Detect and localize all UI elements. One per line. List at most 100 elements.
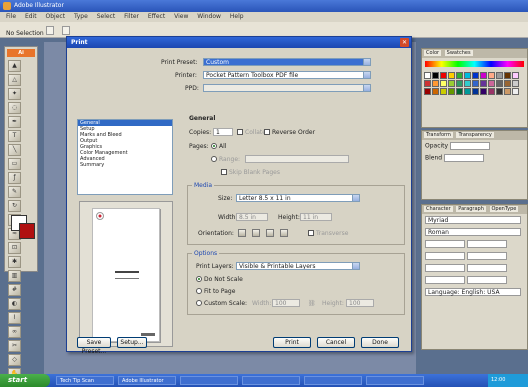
baseline-shift-field[interactable] bbox=[425, 276, 465, 284]
leading-field[interactable] bbox=[466, 240, 507, 248]
swatch[interactable] bbox=[488, 80, 495, 87]
width-field[interactable]: 8.5 in bbox=[236, 213, 268, 221]
tab-color[interactable]: Color bbox=[424, 50, 442, 56]
menu-help[interactable]: Help bbox=[230, 13, 244, 20]
swatch[interactable] bbox=[480, 80, 487, 87]
tab-paragraph[interactable]: Paragraph bbox=[456, 206, 486, 212]
task-button[interactable] bbox=[242, 376, 300, 385]
selection-tool-icon[interactable]: ▲ bbox=[8, 60, 21, 72]
swatch[interactable] bbox=[480, 72, 487, 79]
menu-filter[interactable]: Filter bbox=[124, 13, 139, 20]
swatch[interactable] bbox=[512, 80, 519, 87]
pages-all-radio[interactable] bbox=[211, 143, 217, 149]
swatch[interactable] bbox=[512, 88, 519, 95]
menu-edit[interactable]: Edit bbox=[25, 13, 37, 20]
printer-select[interactable]: Pocket Pattern Toolbox PDF file bbox=[203, 71, 371, 79]
free-transform-tool-icon[interactable]: ⊡ bbox=[8, 242, 21, 254]
menu-type[interactable]: Type bbox=[74, 13, 88, 20]
landscape-flipped-icon[interactable] bbox=[280, 229, 288, 237]
scissors-tool-icon[interactable]: ✂ bbox=[8, 340, 21, 352]
swatch[interactable] bbox=[504, 80, 511, 87]
task-button[interactable]: Adobe Illustrator bbox=[118, 376, 176, 385]
save-preset-button[interactable]: Save Preset... bbox=[77, 337, 111, 355]
swatch[interactable] bbox=[440, 72, 447, 79]
eyedropper-tool-icon[interactable]: ⌇ bbox=[8, 312, 21, 324]
custom-scale-radio[interactable] bbox=[196, 300, 202, 306]
horizontal-scale-field[interactable] bbox=[466, 264, 507, 272]
pages-range-radio[interactable] bbox=[211, 156, 217, 162]
transverse-checkbox[interactable] bbox=[308, 230, 314, 236]
print-preset-select[interactable]: Custom bbox=[203, 58, 371, 66]
swatch[interactable] bbox=[456, 72, 463, 79]
swatch[interactable] bbox=[464, 72, 471, 79]
swatch[interactable] bbox=[480, 88, 487, 95]
swatch[interactable] bbox=[432, 80, 439, 87]
swatch[interactable] bbox=[496, 72, 503, 79]
task-button[interactable] bbox=[366, 376, 424, 385]
swatch[interactable] bbox=[472, 72, 479, 79]
swatch[interactable] bbox=[424, 80, 431, 87]
swatch[interactable] bbox=[464, 88, 471, 95]
slice-tool-icon[interactable]: ◇ bbox=[8, 354, 21, 366]
swatch[interactable] bbox=[496, 80, 503, 87]
height-field[interactable]: 11 in bbox=[300, 213, 332, 221]
reverse-order-checkbox[interactable] bbox=[264, 129, 270, 135]
blend-tool-icon[interactable]: ∞ bbox=[8, 326, 21, 338]
pen-tool-icon[interactable]: ✒ bbox=[8, 116, 21, 128]
pencil-tool-icon[interactable]: ✎ bbox=[8, 186, 21, 198]
rotation-field[interactable] bbox=[466, 276, 507, 284]
tab-transparency[interactable]: Transparency bbox=[456, 132, 494, 138]
task-button[interactable] bbox=[180, 376, 238, 385]
skip-blank-checkbox[interactable] bbox=[221, 169, 227, 175]
landscape-icon[interactable] bbox=[252, 229, 260, 237]
swatch[interactable] bbox=[488, 88, 495, 95]
rectangle-tool-icon[interactable]: ▭ bbox=[8, 158, 21, 170]
collate-checkbox[interactable] bbox=[237, 129, 243, 135]
lasso-tool-icon[interactable]: ◌ bbox=[8, 102, 21, 114]
menu-select[interactable]: Select bbox=[97, 13, 116, 20]
portrait-flipped-icon[interactable] bbox=[266, 229, 274, 237]
tab-character[interactable]: Character bbox=[424, 206, 453, 212]
menu-view[interactable]: View bbox=[174, 13, 188, 20]
menu-effect[interactable]: Effect bbox=[148, 13, 165, 20]
close-icon[interactable]: ✕ bbox=[400, 38, 409, 47]
swatch[interactable] bbox=[464, 80, 471, 87]
font-size-field[interactable] bbox=[425, 240, 465, 248]
task-button[interactable] bbox=[304, 376, 362, 385]
tab-transform[interactable]: Transform bbox=[424, 132, 453, 138]
swatch[interactable] bbox=[432, 88, 439, 95]
line-tool-icon[interactable]: ╲ bbox=[8, 144, 21, 156]
start-button[interactable]: start bbox=[0, 374, 50, 387]
symbol-sprayer-tool-icon[interactable]: ✱ bbox=[8, 256, 21, 268]
magic-wand-tool-icon[interactable]: ✦ bbox=[8, 88, 21, 100]
menu-object[interactable]: Object bbox=[46, 13, 66, 20]
size-select[interactable]: Letter 8.5 x 11 in bbox=[236, 194, 360, 202]
swatch[interactable] bbox=[472, 80, 479, 87]
scale-width-field[interactable]: 100 bbox=[272, 299, 300, 307]
color-spectrum[interactable] bbox=[425, 61, 524, 67]
range-field[interactable] bbox=[245, 155, 349, 163]
tracking-field[interactable] bbox=[466, 252, 507, 260]
swatch[interactable] bbox=[488, 72, 495, 79]
vertical-scale-field[interactable] bbox=[425, 264, 465, 272]
paintbrush-tool-icon[interactable]: ƒ bbox=[8, 172, 21, 184]
rotate-tool-icon[interactable]: ↻ bbox=[8, 200, 21, 212]
done-button[interactable]: Done bbox=[361, 337, 399, 348]
swatch[interactable] bbox=[440, 88, 447, 95]
language-select[interactable]: Language: English: USA bbox=[425, 288, 521, 296]
print-preview[interactable] bbox=[79, 201, 173, 347]
task-button[interactable]: Tech Tip Scan bbox=[56, 376, 114, 385]
menu-file[interactable]: File bbox=[6, 13, 16, 20]
cancel-button[interactable]: Cancel bbox=[317, 337, 355, 348]
ppd-select[interactable] bbox=[203, 84, 371, 92]
control-stroke[interactable] bbox=[61, 26, 70, 35]
swatch[interactable] bbox=[440, 80, 447, 87]
copies-field[interactable]: 1 bbox=[213, 128, 233, 136]
opacity-field[interactable] bbox=[450, 142, 490, 150]
swatch[interactable] bbox=[456, 88, 463, 95]
portrait-icon[interactable] bbox=[238, 229, 246, 237]
font-family-select[interactable]: Myriad bbox=[425, 216, 521, 224]
swatch[interactable] bbox=[472, 88, 479, 95]
swatch[interactable] bbox=[448, 72, 455, 79]
direct-select-tool-icon[interactable]: △ bbox=[8, 74, 21, 86]
